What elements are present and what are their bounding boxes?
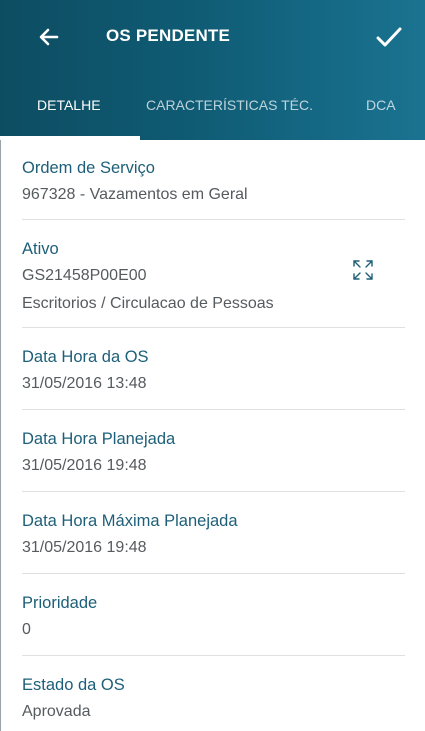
expand-button[interactable] <box>351 258 375 282</box>
field-ativo: Ativo GS21458P00E00 Escritorios / Circul… <box>22 220 405 328</box>
back-button[interactable] <box>34 22 64 52</box>
page-title: OS PENDENTE <box>106 26 231 45</box>
field-value: 31/05/2016 19:48 <box>22 457 147 474</box>
field-value-code: GS21458P00E00 <box>22 267 147 284</box>
tab-dca[interactable]: DCA <box>366 74 396 136</box>
expand-icon <box>353 260 373 280</box>
check-icon <box>376 27 402 47</box>
field-label: Data Hora da OS <box>22 348 149 366</box>
field-value-location: Escritorios / Circulacao de Pessoas <box>22 295 274 312</box>
detail-list: Ordem de Serviço 967328 - Vazamentos em … <box>0 140 425 731</box>
field-data-hora-planejada: Data Hora Planejada 31/05/2016 19:48 <box>22 410 405 492</box>
field-value: Aprovada <box>22 703 91 720</box>
tab-bar: DETALHE CARACTERÍSTICAS TÉC. DCA <box>0 74 425 140</box>
field-value: 31/05/2016 13:48 <box>22 375 147 392</box>
field-label: Estado da OS <box>22 676 125 694</box>
app-bar: OS PENDENTE DETALHE CARACTERÍSTICAS TÉC.… <box>0 0 425 140</box>
app-screen: OS PENDENTE DETALHE CARACTERÍSTICAS TÉC.… <box>0 0 425 731</box>
field-value: 0 <box>22 621 31 638</box>
field-prioridade: Prioridade 0 <box>22 574 405 656</box>
field-value: 31/05/2016 19:48 <box>22 539 147 556</box>
field-label: Prioridade <box>22 594 98 612</box>
field-estado-os: Estado da OS Aprovada <box>22 656 405 731</box>
field-label: Data Hora Máxima Planejada <box>22 512 238 530</box>
field-data-hora-maxima-planejada: Data Hora Máxima Planejada 31/05/2016 19… <box>22 492 405 574</box>
tab-caracteristicas-tec[interactable]: CARACTERÍSTICAS TÉC. <box>146 74 313 136</box>
arrow-left-icon <box>39 28 59 46</box>
confirm-button[interactable] <box>373 22 405 52</box>
field-label: Data Hora Planejada <box>22 430 176 448</box>
field-ordem-servico: Ordem de Serviço 967328 - Vazamentos em … <box>22 140 405 220</box>
toolbar: OS PENDENTE <box>0 0 425 74</box>
tab-detalhe[interactable]: DETALHE <box>37 74 101 136</box>
field-label: Ordem de Serviço <box>22 159 155 177</box>
field-data-hora-os: Data Hora da OS 31/05/2016 13:48 <box>22 328 405 410</box>
field-label: Ativo <box>22 240 59 258</box>
field-value: 967328 - Vazamentos em Geral <box>22 186 248 203</box>
